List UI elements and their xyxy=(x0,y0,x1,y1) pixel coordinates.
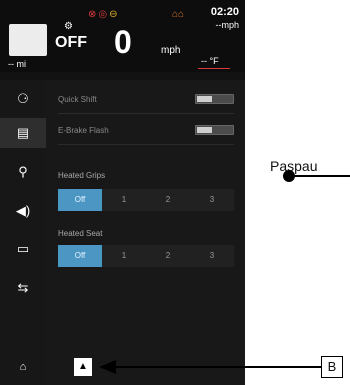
callout-line xyxy=(294,175,350,177)
speed-readout-top: --mph xyxy=(215,20,239,30)
settings-card-icon[interactable]: ▤ xyxy=(0,118,46,148)
heated-grips-option-3[interactable]: 3 xyxy=(190,189,234,211)
heated-seat-option-1[interactable]: 1 xyxy=(102,245,146,267)
ebrake-flash-label: E-Brake Flash xyxy=(58,126,109,135)
temperature-underline xyxy=(198,68,230,69)
heated-seat-option-3[interactable]: 3 xyxy=(190,245,234,267)
heated-seat-label: Heated Seat xyxy=(58,229,103,238)
link-icon[interactable]: ⚲ xyxy=(0,157,46,187)
callout-b-line xyxy=(115,366,321,368)
display-icon[interactable]: ▭ xyxy=(0,234,46,264)
speed-unit: mph xyxy=(161,45,181,56)
info-card[interactable] xyxy=(9,24,47,56)
sliders-icon[interactable]: ⇆ xyxy=(0,273,46,303)
temperature: -- °F xyxy=(201,56,219,66)
abs-icon: ◎ xyxy=(98,9,110,20)
callout-b-label: B xyxy=(321,356,343,378)
toggle-knob xyxy=(197,127,212,133)
settings-panel: Quick Shift E-Brake Flash Heated Grips O… xyxy=(46,80,245,385)
motorcycle-icon[interactable]: ⚆ xyxy=(0,84,46,114)
heated-grips-option-off[interactable]: Off xyxy=(58,189,102,211)
engine-warning-icon: ⊗ xyxy=(88,9,99,20)
ebrake-flash-toggle[interactable] xyxy=(195,125,234,135)
quick-shift-toggle[interactable] xyxy=(195,94,234,104)
toggle-knob xyxy=(197,96,212,102)
gear-indicator-icon: ⚙ xyxy=(64,21,73,32)
heated-seat-option-2[interactable]: 2 xyxy=(146,245,190,267)
heated-grips-option-2[interactable]: 2 xyxy=(146,189,190,211)
clock: 02:20 xyxy=(210,6,239,18)
home-icon[interactable]: ⌂ xyxy=(6,357,40,377)
up-arrow-icon[interactable]: ▲ xyxy=(74,358,92,376)
quick-shift-label: Quick Shift xyxy=(58,95,97,104)
heated-grips-option-1[interactable]: 1 xyxy=(102,189,146,211)
divider xyxy=(58,144,234,145)
sidebar: ⚆ ▤ ⚲ ◀) ▭ ⇆ ⌂ xyxy=(0,80,46,385)
oil-icon: ⊖ xyxy=(109,9,120,20)
heated-grips-selector: Off 1 2 3 xyxy=(58,189,234,211)
divider xyxy=(58,113,234,114)
gear-label: OFF xyxy=(55,34,87,51)
arrow-left-icon xyxy=(99,360,116,374)
heated-seat-selector: Off 1 2 3 xyxy=(58,245,234,267)
dashboard-screen: ⊗◎⊖ ⌂⌂ 02:20 --mph ⚙ OFF 0 mph -- mi -- … xyxy=(0,0,245,385)
heated-seat-option-off[interactable]: Off xyxy=(58,245,102,267)
odometer: -- mi xyxy=(8,59,26,69)
speaker-icon[interactable]: ◀) xyxy=(0,196,46,226)
status-bar: ⊗◎⊖ ⌂⌂ 02:20 --mph ⚙ OFF 0 mph -- mi -- … xyxy=(0,0,245,72)
speed-value: 0 xyxy=(114,24,132,60)
warning-icons: ⊗◎⊖ xyxy=(88,9,120,20)
heated-grips-label: Heated Grips xyxy=(58,171,106,180)
engine-icon: ⌂⌂ xyxy=(172,9,185,20)
